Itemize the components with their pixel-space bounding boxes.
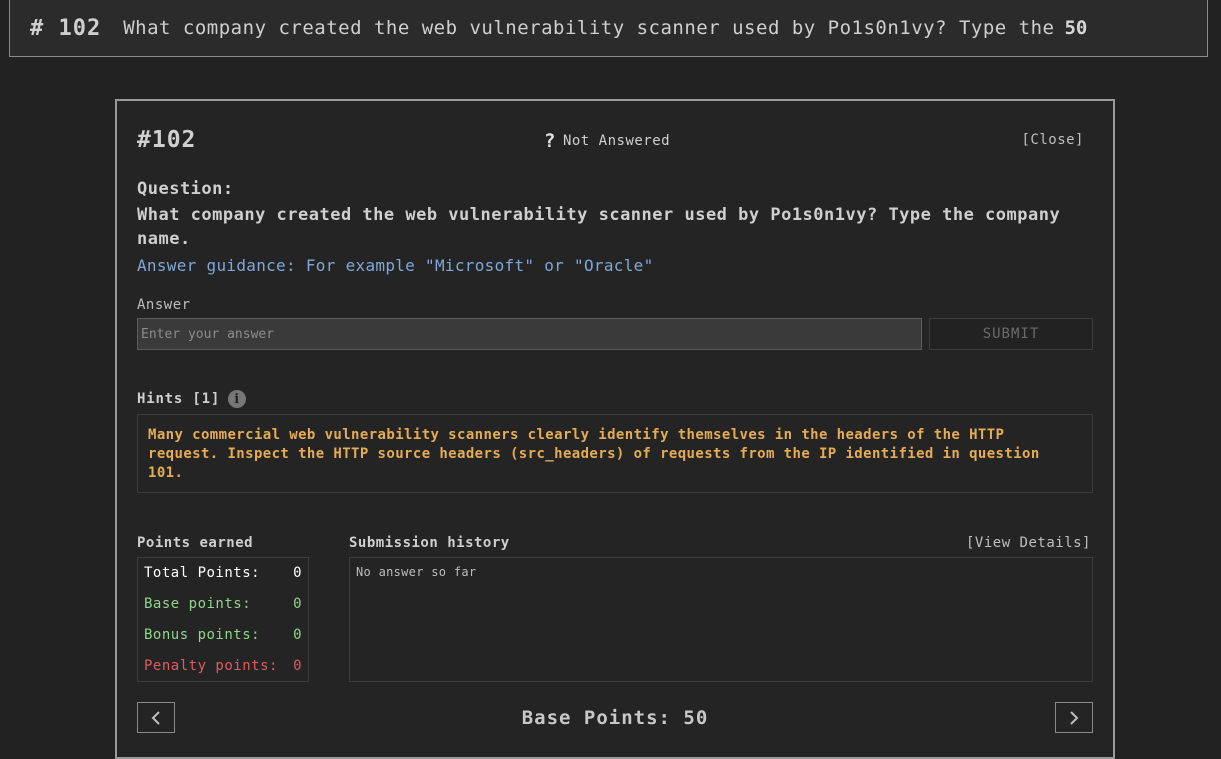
- question-title: What company created the web vulnerabili…: [123, 17, 1055, 39]
- question-number: # 102: [30, 15, 102, 41]
- base-points-row: Base points: 0: [144, 596, 302, 612]
- status-text: Not Answered: [562, 133, 671, 149]
- penalty-points-row: Penalty points: 0: [144, 658, 302, 674]
- answer-input[interactable]: [137, 318, 922, 350]
- submit-button[interactable]: SUBMIT: [929, 318, 1093, 350]
- total-points-row: Total Points: 0: [144, 565, 302, 581]
- chevron-right-icon: [1070, 710, 1079, 725]
- hints-header: Hints [1] i: [137, 390, 247, 408]
- question-mark-icon: ?: [544, 130, 556, 152]
- submission-history-box: No answer so far: [349, 557, 1093, 682]
- question-label: Question:: [137, 179, 234, 199]
- question-text: What company created the web vulnerabili…: [137, 205, 1061, 249]
- base-points-footer: Base Points: 50: [521, 707, 709, 729]
- hints-label: Hints [1]: [137, 391, 221, 407]
- info-icon[interactable]: i: [228, 390, 247, 408]
- bonus-points-row: Bonus points: 0: [144, 627, 302, 643]
- answer-label: Answer: [137, 297, 191, 313]
- points-box: Total Points: 0 Base points: 0 Bonus poi…: [137, 557, 309, 682]
- view-details-link[interactable]: [View Details]: [966, 535, 1091, 551]
- next-question-button[interactable]: [1055, 702, 1093, 733]
- history-empty-text: No answer so far: [356, 565, 477, 579]
- answer-guidance: Answer guidance: For example "Microsoft"…: [137, 256, 654, 275]
- modal-question-id: #102: [137, 127, 197, 153]
- points-earned-label: Points earned: [137, 535, 254, 551]
- submission-history-label: Submission history: [349, 535, 510, 551]
- question-points: 50: [1064, 17, 1088, 39]
- close-button[interactable]: [Close]: [1021, 132, 1084, 148]
- answer-status: ? Not Answered: [544, 130, 670, 152]
- hint-text: Many commercial web vulnerability scanne…: [137, 414, 1093, 493]
- question-modal: #102 ? Not Answered [Close] Question: Wh…: [115, 99, 1115, 759]
- question-header-bar[interactable]: # 102 What company created the web vulne…: [9, 0, 1208, 57]
